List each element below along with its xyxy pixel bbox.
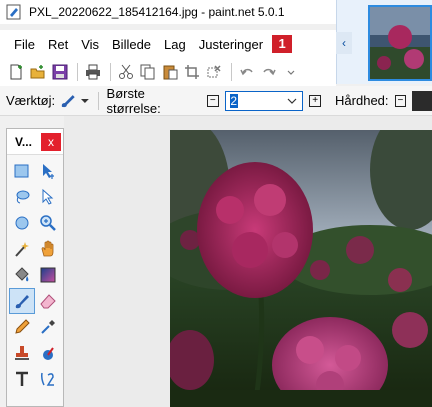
main-toolbar	[0, 58, 336, 86]
rectangle-select-icon[interactable]	[9, 158, 35, 184]
tool-label: Værktøj:	[6, 93, 56, 108]
increase-size-button[interactable]: +	[309, 94, 322, 107]
redo-icon[interactable]	[259, 62, 279, 82]
menu-vis[interactable]: Vis	[81, 37, 99, 52]
lasso-select-icon[interactable]	[9, 184, 35, 210]
hardness-label: Hårdhed:	[335, 93, 389, 108]
chevron-down-icon[interactable]	[80, 96, 90, 106]
decrease-size-button[interactable]: −	[206, 94, 219, 107]
move-selection-icon[interactable]	[35, 158, 61, 184]
brush-size-value: 2	[229, 93, 238, 108]
more-icon[interactable]	[281, 62, 301, 82]
menu-justeringer[interactable]: Justeringer	[199, 37, 263, 52]
open-icon[interactable]	[28, 62, 48, 82]
menu-billede[interactable]: Billede	[112, 37, 151, 52]
paintbrush-icon[interactable]	[58, 92, 78, 110]
line-curve-icon[interactable]	[35, 366, 61, 392]
brush-size-input[interactable]: 2	[224, 90, 304, 111]
tools-grid	[7, 155, 63, 395]
options-separator	[97, 91, 99, 110]
tools-panel-title: V...	[15, 134, 32, 149]
tools-panel-header: V... x	[7, 129, 63, 155]
toolbar-separator	[110, 63, 111, 81]
tools-panel: V... x	[6, 128, 64, 407]
magic-wand-icon[interactable]	[9, 236, 35, 262]
text-icon[interactable]	[9, 366, 35, 392]
paint-net-app-icon	[6, 4, 21, 20]
color-picker-icon[interactable]	[35, 314, 61, 340]
paint-bucket-icon[interactable]	[9, 262, 35, 288]
toolbar-separator	[231, 63, 232, 81]
image-canvas[interactable]	[170, 130, 432, 407]
menu-ret[interactable]: Ret	[48, 37, 68, 52]
photo-red-valerian-flowers	[170, 130, 432, 407]
deselect-icon[interactable]	[204, 62, 224, 82]
crop-icon[interactable]	[182, 62, 202, 82]
brush-size-label: Børste størrelse:	[106, 85, 161, 116]
decrease-hardness-button[interactable]: −	[394, 94, 407, 107]
copy-icon[interactable]	[138, 62, 158, 82]
pan-icon[interactable]	[35, 236, 61, 262]
image-thumbnail[interactable]	[368, 5, 432, 81]
title-bar: PXL_20220622_185412164.jpg - paint.net 5…	[0, 0, 360, 24]
new-icon[interactable]	[6, 62, 26, 82]
tool-options-bar: Værktøj: Børste størrelse: − 2 + Hårdhed…	[0, 86, 432, 116]
toolbar-separator	[77, 63, 78, 81]
window-title: PXL_20220622_185412164.jpg - paint.net 5…	[29, 5, 285, 19]
paste-icon[interactable]	[160, 62, 180, 82]
close-icon[interactable]: x	[41, 132, 61, 151]
canvas-background	[64, 116, 170, 407]
paint-net-window: PXL_20220622_185412164.jpg - paint.net 5…	[0, 0, 432, 407]
hardness-slider[interactable]	[412, 90, 432, 111]
gradient-icon[interactable]	[35, 262, 61, 288]
zoom-icon[interactable]	[35, 210, 61, 236]
recolor-icon[interactable]	[35, 340, 61, 366]
move-selected-icon[interactable]	[35, 184, 61, 210]
callout-badge: 1	[272, 35, 293, 53]
ellipse-select-icon[interactable]	[9, 210, 35, 236]
undo-icon[interactable]	[237, 62, 257, 82]
chevron-left-icon[interactable]: ‹	[336, 32, 352, 54]
thumbnail-photo	[370, 7, 430, 79]
cut-icon[interactable]	[116, 62, 136, 82]
print-icon[interactable]	[83, 62, 103, 82]
menu-lag[interactable]: Lag	[164, 37, 186, 52]
save-icon[interactable]	[50, 62, 70, 82]
eraser-icon[interactable]	[35, 288, 61, 314]
menu-bar: File Ret Vis Billede Lag Justeringer 1	[0, 30, 336, 58]
chevron-down-icon[interactable]	[286, 93, 298, 109]
menu-file[interactable]: File	[14, 37, 35, 52]
clone-stamp-icon[interactable]	[9, 340, 35, 366]
paintbrush-icon[interactable]	[9, 288, 35, 314]
pencil-icon[interactable]	[9, 314, 35, 340]
